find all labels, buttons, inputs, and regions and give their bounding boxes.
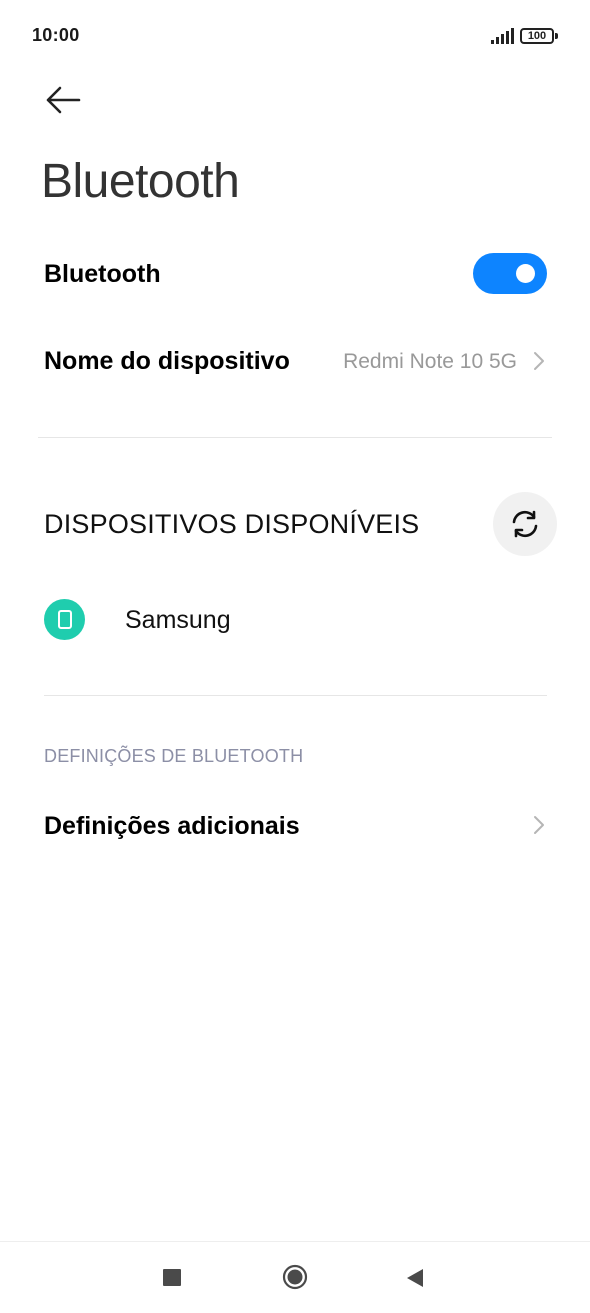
battery-level: 100: [527, 30, 547, 42]
device-name-value: Redmi Note 10 5G: [343, 350, 517, 373]
home-icon[interactable]: [282, 1264, 308, 1290]
recent-apps-icon[interactable]: [163, 1269, 181, 1286]
bluetooth-settings-heading: DEFINIÇÕES DE BLUETOOTH: [44, 746, 304, 766]
phone-icon-inner: [58, 610, 72, 629]
additional-settings-label: Definições adicionais: [44, 812, 300, 840]
status-time: 10:00: [32, 25, 80, 45]
chevron-right-icon: [534, 816, 544, 834]
refresh-icon: [512, 510, 538, 538]
bluetooth-toggle[interactable]: [473, 253, 547, 294]
phone-icon: [44, 599, 85, 640]
back-button[interactable]: [40, 80, 86, 120]
device-list-item[interactable]: [0, 585, 590, 657]
arrow-left-icon: [46, 86, 81, 114]
page-title: Bluetooth: [41, 155, 240, 208]
toggle-knob: [516, 264, 535, 283]
navigation-bar: [0, 1241, 590, 1313]
chevron-right-icon: [534, 352, 544, 370]
device-list-item-name: Samsung: [125, 606, 231, 634]
back-triangle-icon[interactable]: [405, 1267, 425, 1289]
signal-icon: [491, 28, 514, 44]
battery-icon: 100: [520, 28, 554, 44]
status-bar: 10:00 100: [0, 0, 590, 72]
device-name-label: Nome do dispositivo: [44, 347, 290, 375]
bluetooth-label: Bluetooth: [44, 260, 161, 288]
refresh-button[interactable]: [493, 492, 557, 556]
battery-tip: [555, 33, 558, 39]
divider: [38, 437, 552, 438]
available-devices-heading: DISPOSITIVOS DISPONÍVEIS: [44, 509, 420, 539]
divider: [44, 695, 547, 696]
